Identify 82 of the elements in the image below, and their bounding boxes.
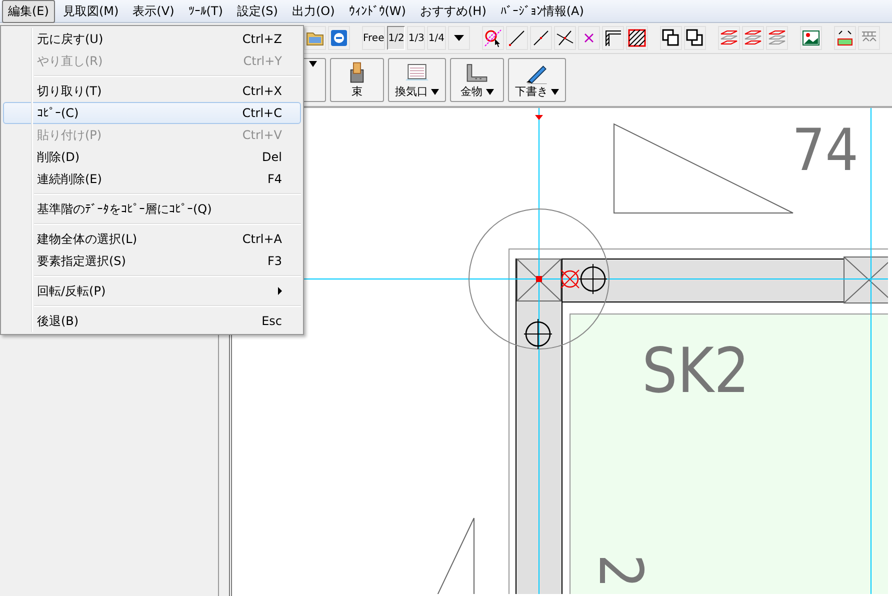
shortcut-label: Esc xyxy=(262,314,282,328)
layers-button[interactable] xyxy=(766,26,788,50)
menu-item[interactable]: ｺﾋﾟｰ(C) Ctrl+C xyxy=(3,102,301,124)
tool-button[interactable]: 金物 xyxy=(450,58,504,102)
intersection-button[interactable] xyxy=(554,26,576,50)
shortcut-label: Ctrl+Z xyxy=(242,32,282,46)
anchor-bolt-icon xyxy=(560,270,580,288)
shortcut-label: F4 xyxy=(267,172,282,186)
picture-icon xyxy=(800,28,821,48)
hatch-icon xyxy=(626,28,647,48)
shortcut-label: Ctrl+V xyxy=(242,128,282,142)
menu-item-label: 基準階のﾃﾞｰﾀをｺﾋﾟｰ層にｺﾋﾟｰ(Q) xyxy=(37,200,212,218)
menu-bar-item[interactable]: ﾂｰﾙ(T) xyxy=(182,1,229,21)
menu-bar-item[interactable]: 見取図(M) xyxy=(56,0,125,22)
snap-point-icon xyxy=(536,276,542,282)
tool-button[interactable]: 換気口 xyxy=(388,58,446,102)
menu-item-label: やり直し(R) xyxy=(37,52,103,70)
tool-label: 換気口 xyxy=(395,84,428,99)
menu-bar-item[interactable]: ﾊﾞｰｼﾞｮﾝ情報(A) xyxy=(494,0,590,22)
snap-button[interactable]: Free xyxy=(362,26,386,50)
menu-item-label: 連続削除(E) xyxy=(37,170,102,188)
menu-bar-item[interactable]: おすすめ(H) xyxy=(414,0,492,22)
menu-bar-item[interactable]: 設定(S) xyxy=(230,0,284,22)
tool-button[interactable]: 下書き xyxy=(508,58,566,102)
submenu-arrow-icon xyxy=(278,287,282,295)
no-snap-icon xyxy=(482,28,503,48)
crosshair-icon xyxy=(578,264,608,294)
layers-button[interactable] xyxy=(742,26,764,50)
menu-item-label: ｺﾋﾟｰ(C) xyxy=(37,106,79,120)
folder-button[interactable] xyxy=(304,26,326,50)
room-label: SK2 xyxy=(642,334,750,407)
column-icon xyxy=(516,258,562,302)
overlap-front-button[interactable] xyxy=(660,26,682,50)
menu-item-label: 元に戻す(U) xyxy=(37,30,104,48)
menu-bar-item[interactable]: 編集(E) xyxy=(2,0,55,22)
snap-button[interactable]: 1/2 xyxy=(387,26,406,50)
overlap-back-button[interactable] xyxy=(684,26,706,50)
menu-item[interactable]: 元に戻す(U) Ctrl+Z xyxy=(3,28,301,50)
tool-label: 金物 xyxy=(460,84,482,99)
shortcut-label: Del xyxy=(262,150,282,164)
tool-label: 束 xyxy=(352,84,362,99)
line-midpoint-button[interactable] xyxy=(530,26,552,50)
menu-bar-item[interactable]: ｳｨﾝﾄﾞｳ(W) xyxy=(342,1,412,21)
tool-label: 下書き xyxy=(515,84,548,99)
tool-button[interactable]: 束 xyxy=(330,58,384,102)
picture-button[interactable] xyxy=(800,26,822,50)
dimension-label: 74 xyxy=(792,116,858,184)
menu-item-label: 後退(B) xyxy=(37,312,79,330)
menu-bar-item[interactable]: 出力(O) xyxy=(286,0,341,22)
corner-icon xyxy=(602,28,623,48)
shortcut-label: Ctrl+X xyxy=(242,84,282,98)
intersection-icon xyxy=(554,28,575,48)
shortcut-label: Ctrl+C xyxy=(242,106,282,120)
no-snap-button[interactable] xyxy=(482,26,504,50)
shortcut-label: F3 xyxy=(267,254,282,268)
menu-item[interactable]: 切り取り(T) Ctrl+X xyxy=(3,80,301,102)
shortcut-label: Ctrl+Y xyxy=(243,54,282,68)
menu-item-label: 貼り付け(P) xyxy=(37,126,102,144)
grid-button[interactable] xyxy=(858,26,880,50)
menu-bar-item[interactable]: 表示(V) xyxy=(126,0,180,22)
overlap-front-icon xyxy=(660,28,681,48)
dropdown-button[interactable] xyxy=(448,26,470,50)
snap-button[interactable]: 1/3 xyxy=(407,26,426,50)
menu-item-label: 切り取り(T) xyxy=(37,82,102,100)
layers-button[interactable] xyxy=(718,26,740,50)
hatch-button[interactable] xyxy=(626,26,648,50)
marker-icon xyxy=(535,115,543,120)
menu-item-label: 要素指定選択(S) xyxy=(37,252,126,270)
overlap-back-icon xyxy=(684,28,705,48)
line-icon xyxy=(506,28,527,48)
cross-button[interactable] xyxy=(578,26,600,50)
dimension-label: 2 xyxy=(585,554,655,588)
menu-item-label: 回転/反転(P) xyxy=(37,282,106,300)
snap-button[interactable]: 1/4 xyxy=(427,26,446,50)
shortcut-label: Ctrl+A xyxy=(242,232,282,246)
crosshair-icon xyxy=(524,318,552,350)
line-button[interactable] xyxy=(506,26,528,50)
dropdown-icon xyxy=(309,61,317,67)
menu-item-label: 削除(D) xyxy=(37,148,80,166)
menu-item-label: 建物全体の選択(L) xyxy=(37,230,138,248)
column-icon xyxy=(844,256,888,304)
corner-button[interactable] xyxy=(602,26,624,50)
